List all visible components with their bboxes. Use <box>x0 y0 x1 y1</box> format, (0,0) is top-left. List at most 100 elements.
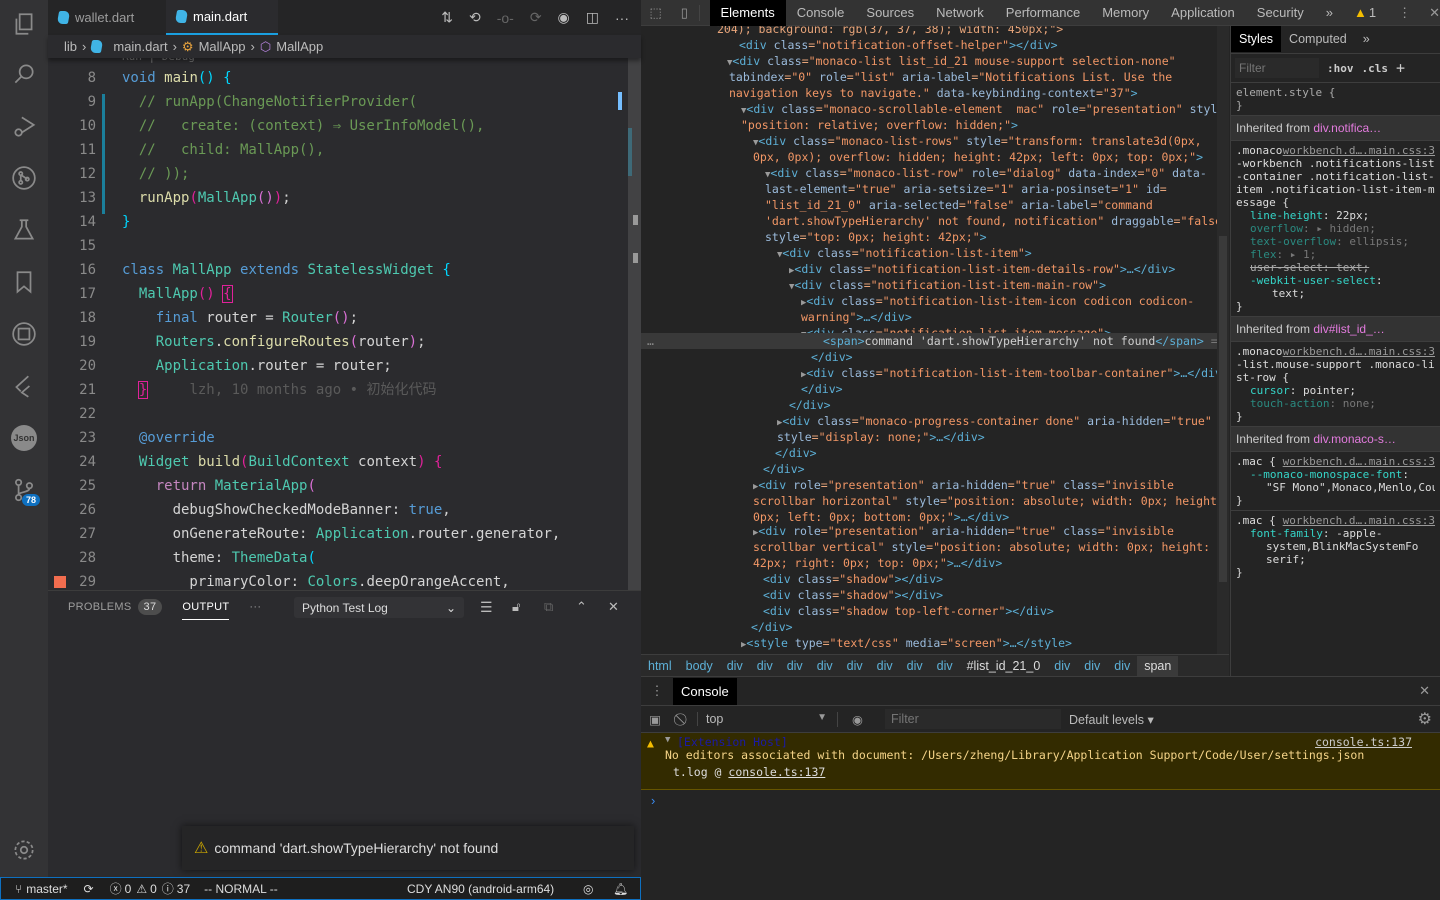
dom-node[interactable]: <div class="notification-offset-helper">… <box>739 38 1058 54</box>
console-warning-message[interactable]: ▲ ▼ [Extension Host] console.ts:137 No e… <box>641 733 1440 790</box>
breadcrumb-item[interactable]: div <box>930 659 960 673</box>
dom-node[interactable]: <span>command 'dart.showTypeHierarchy' n… <box>823 334 1229 350</box>
git-branch[interactable]: master* <box>26 882 67 896</box>
breadcrumb-item[interactable]: div <box>1047 659 1077 673</box>
breadcrumb-lib[interactable]: lib <box>64 39 77 54</box>
close-drawer-icon[interactable]: ✕ <box>1419 683 1430 699</box>
info-count[interactable]: 37 <box>177 882 190 896</box>
run-debug-icon[interactable] <box>0 102 48 150</box>
commit-icon[interactable]: -o- <box>497 10 514 26</box>
git-graph-icon[interactable] <box>0 154 48 202</box>
tab-network[interactable]: Network <box>925 0 995 26</box>
tab-output[interactable]: OUTPUT <box>182 595 230 620</box>
source-control-icon[interactable]: 78 <box>0 466 48 514</box>
tab-performance[interactable]: Performance <box>995 0 1091 26</box>
warning-count[interactable]: 1 <box>1369 5 1376 20</box>
bookmark-icon[interactable] <box>0 258 48 306</box>
git-graph-icon[interactable]: ◉ <box>558 9 570 26</box>
console-filter-input[interactable] <box>885 709 1061 729</box>
tab-problems[interactable]: PROBLEMS 37 <box>68 599 163 615</box>
maximize-panel-icon[interactable]: ⌃ <box>576 599 587 615</box>
breadcrumb-file[interactable]: main.dart <box>113 39 167 54</box>
split-editor-icon[interactable]: ◫ <box>586 9 599 26</box>
testing-icon[interactable] <box>0 206 48 254</box>
device-toolbar-icon[interactable]: ▯ <box>670 4 700 21</box>
stack-trace-link[interactable]: console.ts:137 <box>728 765 825 779</box>
inherited-element-link[interactable]: div.monaco-s… <box>1313 432 1395 446</box>
notification-toast[interactable]: ⚠ command 'dart.showTypeHierarchy' not f… <box>182 826 634 870</box>
dom-node[interactable]: <div class="shadow top-left-corner"></di… <box>763 604 1054 620</box>
tab-styles[interactable]: Styles <box>1231 26 1282 52</box>
tab-console-drawer[interactable]: Console <box>673 677 737 705</box>
context-select[interactable]: top ▼ <box>697 712 837 726</box>
console-prompt[interactable]: › <box>651 793 655 808</box>
breadcrumb-item[interactable]: div <box>810 659 840 673</box>
tab-computed[interactable]: Computed <box>1281 26 1355 52</box>
notifications-bell-icon[interactable]: 🔔︎ <box>613 882 628 896</box>
explorer-icon[interactable] <box>0 0 48 48</box>
broadcast-icon[interactable]: ◎ <box>583 882 593 896</box>
close-panel-icon[interactable]: ✕ <box>608 599 619 615</box>
dom-node[interactable]: <div class="shadow"></div> <box>763 588 943 604</box>
breadcrumb-item[interactable]: div <box>780 659 810 673</box>
tab-main-dart[interactable]: main.dart <box>166 0 278 35</box>
source-file-link[interactable]: console.ts:137 <box>1315 735 1412 749</box>
inherited-element-link[interactable]: div#list_id_… <box>1313 322 1384 336</box>
dom-node[interactable]: <div class="shadow"></div> <box>763 572 943 588</box>
breadcrumb-item[interactable]: div <box>900 659 930 673</box>
lock-scroll-icon[interactable]: 🔓︎ <box>512 599 520 615</box>
expand-triangle-icon[interactable]: ▼ <box>665 735 670 745</box>
breadcrumb-item-selected[interactable]: span <box>1137 655 1179 676</box>
kebab-menu-icon[interactable]: ⋮ <box>1398 5 1411 21</box>
dom-node[interactable]: ▶<div class="notification-list-item-tool… <box>801 366 1229 384</box>
error-count[interactable]: 0 <box>125 882 132 896</box>
live-expression-eye-icon[interactable]: ◉ <box>837 711 877 727</box>
breadcrumb-item[interactable]: div <box>870 659 900 673</box>
sync-icon[interactable]: ⟳ <box>84 882 94 896</box>
go-back-icon[interactable]: ⟲ <box>469 9 481 26</box>
tab-elements[interactable]: Elements <box>709 0 786 26</box>
css-rule[interactable]: workbench.d….main.css:3 .monaco-workbenc… <box>1231 140 1440 316</box>
breakpoint-marker[interactable] <box>54 576 66 588</box>
css-source-link[interactable]: workbench.d….main.css:3 <box>1283 144 1435 157</box>
tab-sources[interactable]: Sources <box>855 0 925 26</box>
css-rule[interactable]: workbench.d….main.css:3 .mac { --monaco-… <box>1231 451 1440 510</box>
breadcrumb-item[interactable]: html <box>641 659 679 673</box>
drawer-menu-icon[interactable]: ⋮ <box>641 683 673 699</box>
styles-filter-input[interactable] <box>1235 58 1319 78</box>
console-settings-gear-icon[interactable]: ⚙ <box>1418 709 1432 729</box>
breadcrumb-item[interactable]: div <box>750 659 780 673</box>
codelens[interactable]: Run | Debug <box>122 58 195 63</box>
more-tabs-button[interactable]: ··· <box>249 601 261 613</box>
open-log-icon[interactable]: ⧉ <box>544 599 553 615</box>
element-style-rule[interactable]: element.style {} <box>1231 82 1440 115</box>
css-source-link[interactable]: workbench.d….main.css:3 <box>1283 514 1435 527</box>
log-levels-select[interactable]: Default levels ▾ <box>1069 712 1154 727</box>
tab-memory[interactable]: Memory <box>1091 0 1160 26</box>
breadcrumb-item[interactable]: body <box>679 659 720 673</box>
tab-application[interactable]: Application <box>1160 0 1246 26</box>
more-tabs-icon[interactable]: » <box>1315 0 1344 26</box>
hov-toggle[interactable]: :hov <box>1327 62 1354 75</box>
inherited-element-link[interactable]: div.notifica… <box>1313 121 1381 135</box>
search-icon[interactable] <box>0 50 48 98</box>
flutter-device[interactable]: CDY AN90 (android-arm64) <box>407 882 554 896</box>
dom-tree-scrollbar[interactable] <box>1217 26 1229 654</box>
output-channel-select[interactable]: Python Test Log ⌄ <box>294 597 464 618</box>
extension-icon[interactable] <box>0 310 48 358</box>
tab-security[interactable]: Security <box>1246 0 1315 26</box>
warning-count[interactable]: 0 <box>150 882 157 896</box>
json-icon[interactable]: Json <box>0 414 48 462</box>
css-source-link[interactable]: workbench.d….main.css:3 <box>1283 455 1435 468</box>
clear-console-icon[interactable]: ⃠ <box>669 712 697 727</box>
dom-node[interactable]: ▶<style type="text/css" media="screen">…… <box>741 636 1072 654</box>
breadcrumb-item[interactable]: div <box>1107 659 1137 673</box>
clear-output-icon[interactable]: ☰ <box>480 599 493 616</box>
editor-scrollbar[interactable] <box>618 58 641 590</box>
css-rule[interactable]: workbench.d….main.css:3 .monaco-list.mou… <box>1231 341 1440 426</box>
add-rule-icon[interactable]: + <box>1396 59 1405 77</box>
breadcrumb-item[interactable]: div <box>720 659 750 673</box>
tab-wallet-dart[interactable]: wallet.dart <box>48 0 166 35</box>
code-editor[interactable]: Run | Debug 8 9 10 11 12 13 14 15 16 17 … <box>48 58 628 590</box>
breadcrumb-item[interactable]: div <box>1077 659 1107 673</box>
